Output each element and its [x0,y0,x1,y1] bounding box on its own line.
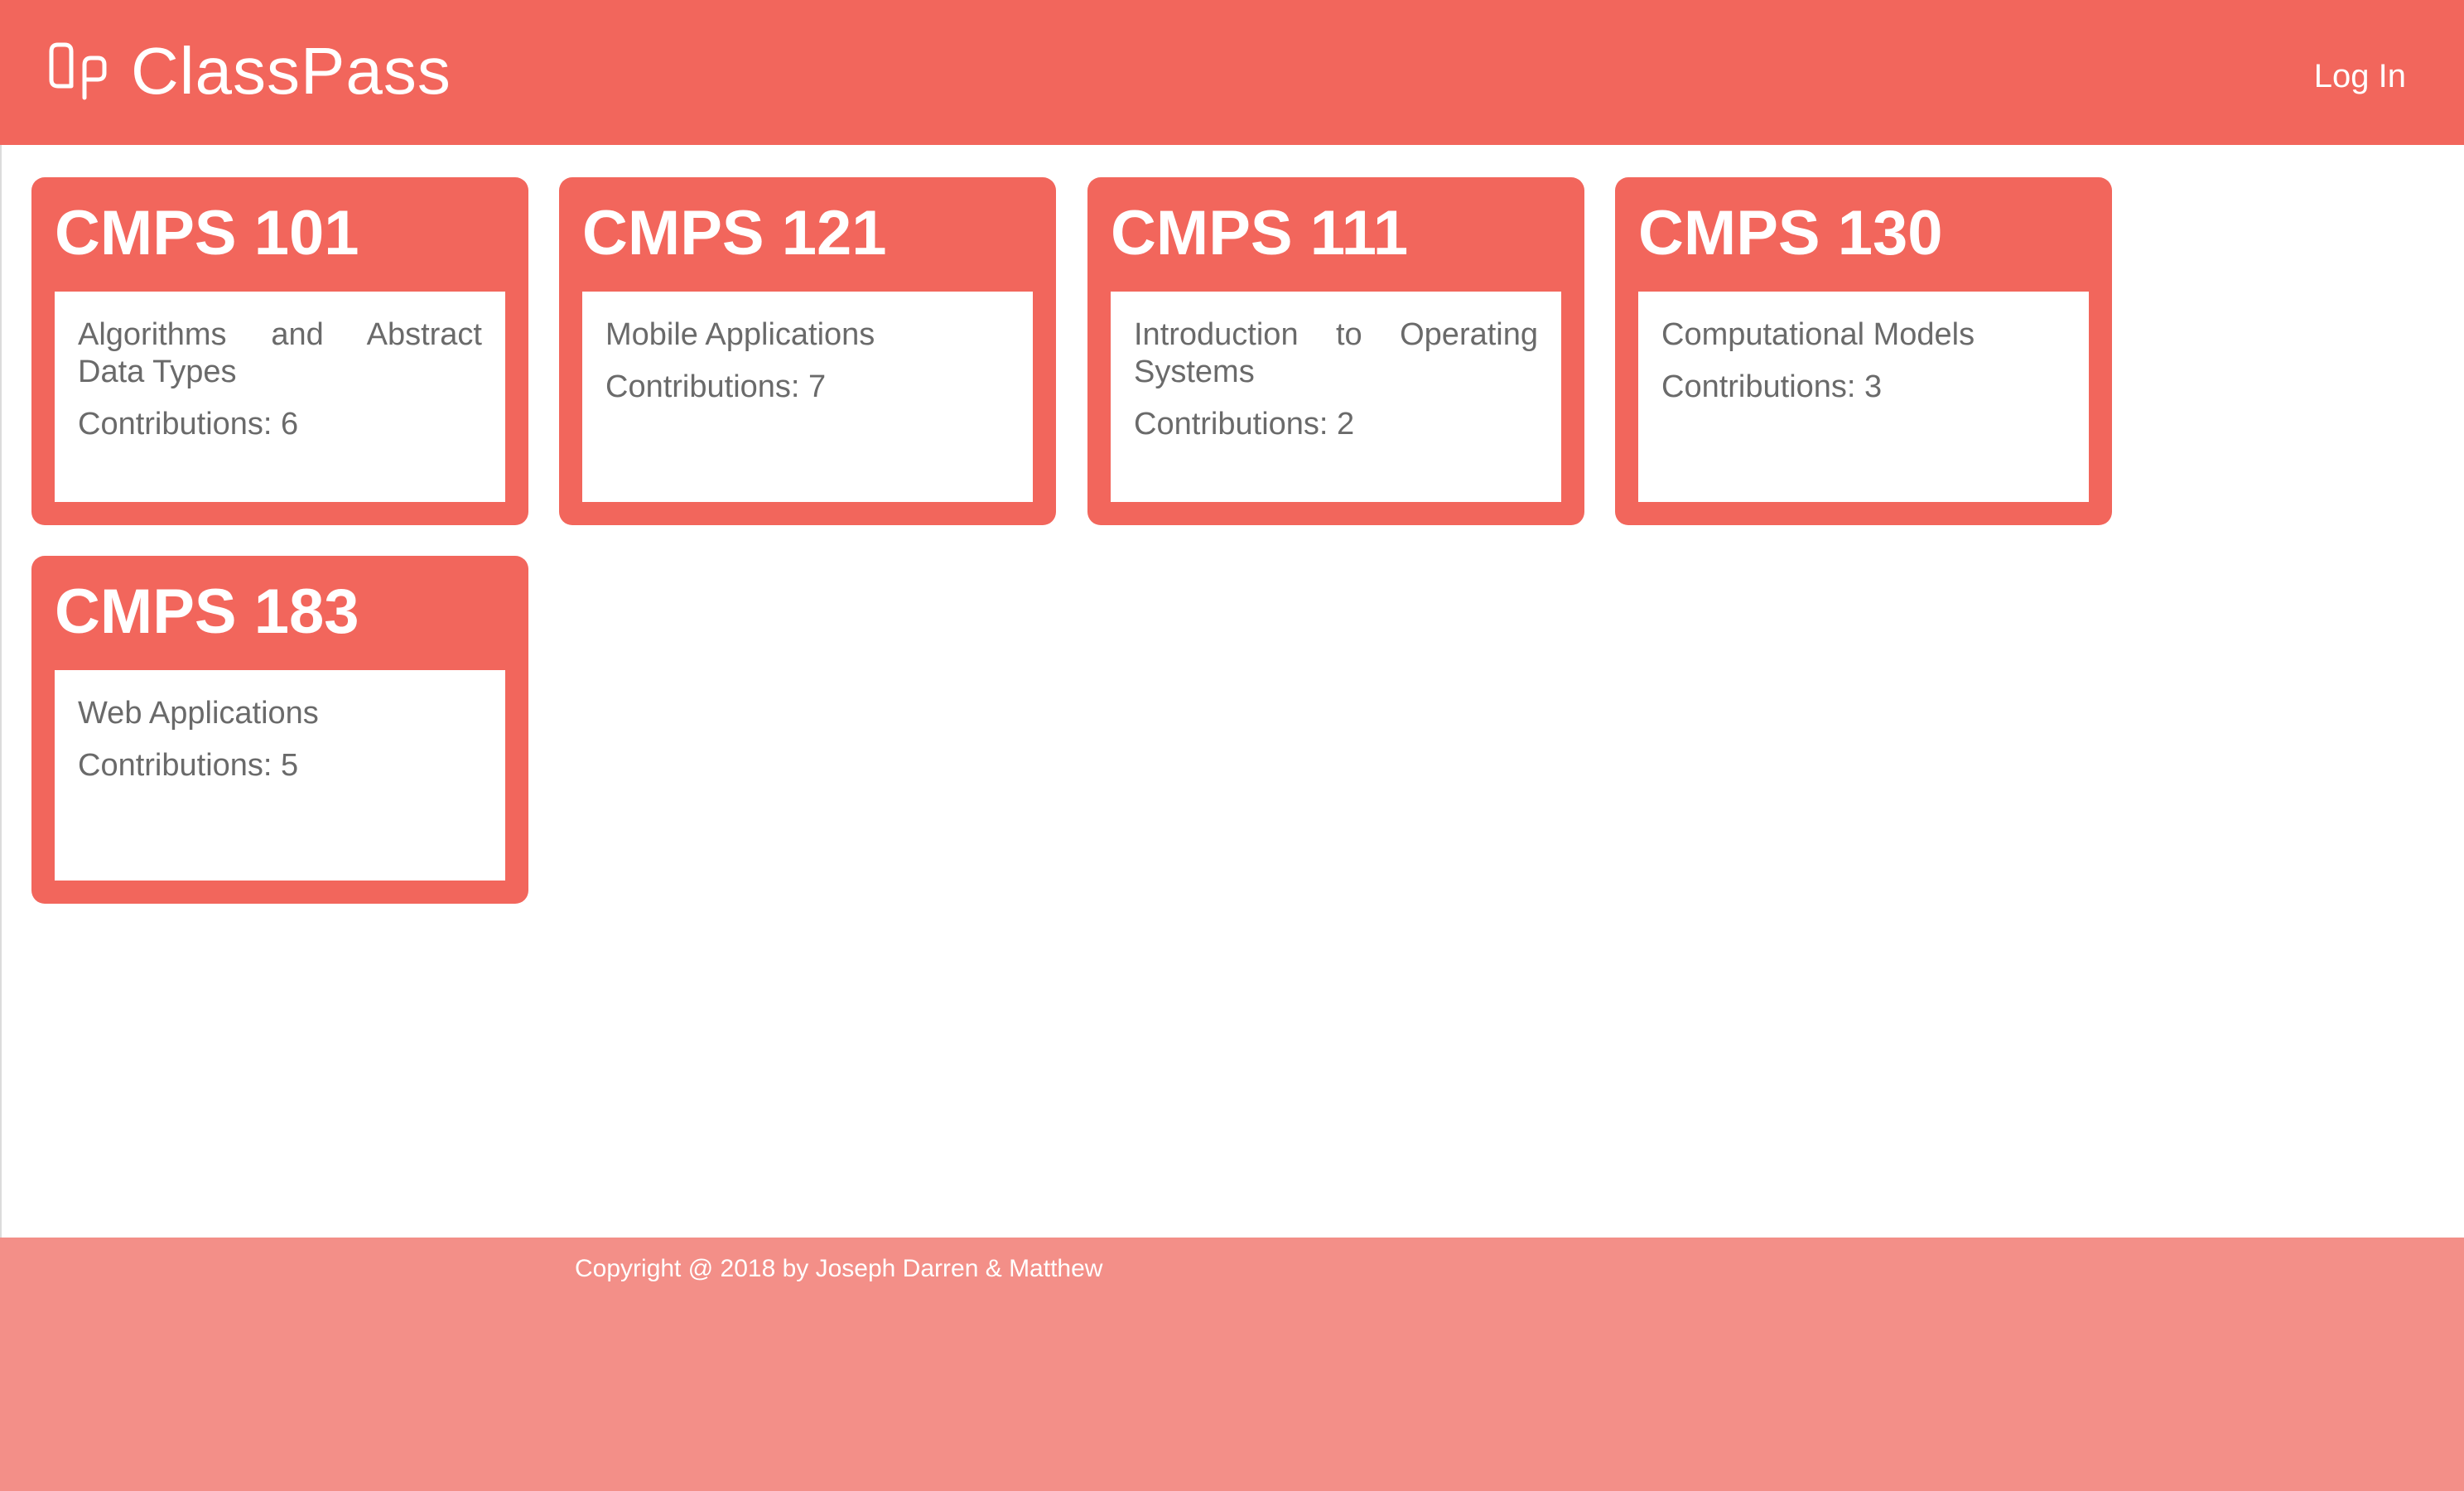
course-card-body: Algorithms and Abstract Data Types Contr… [55,292,505,502]
course-code: CMPS 183 [55,577,359,647]
course-title: Computational Models [1661,317,1975,352]
course-contributions: Contributions: 3 [1661,369,1883,404]
course-title: Algorithms and Abstract Data Types [78,317,482,389]
course-card-body: Web Applications Contributions: 5 [55,670,505,881]
course-card-body: Mobile Applications Contributions: 7 [582,292,1033,502]
course-card-body: Introduction to Operating Systems Contri… [1111,292,1561,502]
page: ClassPass Log In CMPS 101 Algorithms and… [0,0,2464,1491]
course-card[interactable]: CMPS 101 Algorithms and Abstract Data Ty… [31,177,528,525]
course-card[interactable]: CMPS 130 Computational Models Contributi… [1615,177,2112,525]
copyright-text: Copyright @ 2018 by Joseph Darren & Matt… [575,1255,1103,1282]
course-card[interactable]: CMPS 121 Mobile Applications Contributio… [559,177,1056,525]
course-contributions: Contributions: 7 [605,369,827,404]
course-card-body: Computational Models Contributions: 3 [1638,292,2089,502]
content-border [0,145,2,1238]
classpass-logo-icon [49,42,107,100]
top-navbar: ClassPass Log In [0,0,2464,145]
course-code: CMPS 121 [582,198,887,268]
course-card[interactable]: CMPS 183 Web Applications Contributions:… [31,556,528,904]
course-code: CMPS 130 [1638,198,1943,268]
course-contributions: Contributions: 2 [1134,407,1355,442]
course-code: CMPS 111 [1111,198,1409,268]
course-contributions: Contributions: 6 [78,407,299,442]
footer: Copyright @ 2018 by Joseph Darren & Matt… [0,1238,2464,1491]
course-title: Mobile Applications [605,317,875,352]
brand-link[interactable]: ClassPass [46,30,451,113]
course-code: CMPS 101 [55,198,359,268]
course-contributions: Contributions: 5 [78,748,299,783]
brand-name: ClassPass [131,34,451,108]
course-title: Introduction to Operating Systems [1134,317,1538,389]
course-title: Web Applications [78,696,319,731]
course-card[interactable]: CMPS 111 Introduction to Operating Syste… [1087,177,1584,525]
login-link[interactable]: Log In [2314,60,2406,93]
